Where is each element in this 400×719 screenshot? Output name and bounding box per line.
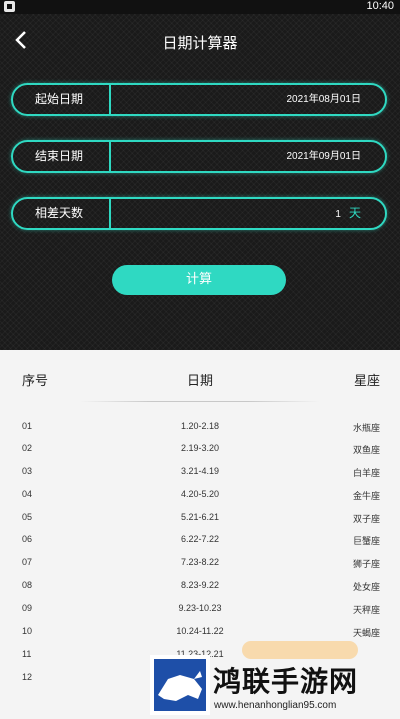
watermark-badge [242, 641, 358, 659]
row-sign: 双鱼座 [352, 446, 380, 456]
table-row: 01 1.20-2.18 水瓶座 [0, 421, 400, 439]
row-date: 7.23-8.22 [180, 557, 220, 567]
row-date: 4.20-5.20 [180, 489, 220, 499]
table-row: 08 8.23-9.22 处女座 [0, 580, 400, 598]
field-divider [109, 142, 111, 171]
days-diff-field: 相差天数 1天 [11, 197, 387, 230]
days-diff-value: 1天 [335, 199, 361, 228]
app-notification-icon [4, 1, 15, 12]
row-date: 1.20-2.18 [180, 421, 220, 431]
row-sign: 天蝎座 [352, 629, 380, 639]
field-divider [109, 199, 111, 228]
start-date-label: 起始日期 [35, 92, 84, 106]
days-diff-number: 1 [335, 209, 341, 220]
row-date: 10.24-11.22 [176, 626, 224, 636]
table-row: 09 9.23-10.23 天秤座 [0, 603, 400, 621]
status-bar: 10:40 [0, 0, 400, 14]
header-divider [80, 401, 320, 402]
column-header-date: 日期 [186, 374, 213, 389]
days-diff-label: 相差天数 [35, 206, 84, 220]
page-title: 日期计算器 [162, 34, 238, 52]
column-header-sign: 星座 [353, 374, 380, 389]
row-sign: 天秤座 [352, 606, 380, 616]
end-date-field[interactable]: 结束日期 2021年09月01日 [11, 140, 387, 173]
table-row: 03 3.21-4.19 白羊座 [0, 466, 400, 484]
row-sign: 双子座 [352, 515, 380, 525]
end-date-value[interactable]: 2021年09月01日 [287, 142, 362, 171]
field-divider [109, 85, 111, 114]
table-row: 04 4.20-5.20 金牛座 [0, 489, 400, 507]
row-sign: 狮子座 [352, 560, 380, 570]
calculate-button[interactable]: 计算 [112, 265, 286, 295]
row-sign: 金牛座 [352, 492, 380, 502]
end-date-label: 结束日期 [35, 149, 84, 163]
row-no: 12 [22, 672, 33, 682]
table-row: 05 5.21-6.21 双子座 [0, 512, 400, 530]
watermark-name: 鸿联手游网 [213, 665, 359, 698]
table-row: 07 7.23-8.22 狮子座 [0, 557, 400, 575]
row-sign: 处女座 [352, 583, 380, 593]
row-date: 2.19-3.20 [180, 443, 220, 453]
watermark-url: www.henanhonglian95.com [214, 700, 337, 711]
row-sign: 巨蟹座 [352, 537, 380, 547]
start-date-value[interactable]: 2021年08月01日 [287, 85, 362, 114]
row-date: 5.21-6.21 [180, 512, 220, 522]
status-time: 10:40 [366, 0, 394, 12]
row-date: 6.22-7.22 [180, 534, 220, 544]
row-sign: 白羊座 [352, 469, 380, 479]
bison-logo-icon [150, 655, 210, 715]
row-sign: 水瓶座 [352, 424, 380, 434]
table-row: 06 6.22-7.22 巨蟹座 [0, 534, 400, 552]
row-date: 9.23-10.23 [178, 603, 222, 613]
row-date: 8.23-9.22 [180, 580, 220, 590]
days-diff-unit: 天 [348, 206, 361, 220]
start-date-field[interactable]: 起始日期 2021年08月01日 [11, 83, 387, 116]
row-date: 3.21-4.19 [180, 466, 220, 476]
table-row: 02 2.19-3.20 双鱼座 [0, 443, 400, 461]
